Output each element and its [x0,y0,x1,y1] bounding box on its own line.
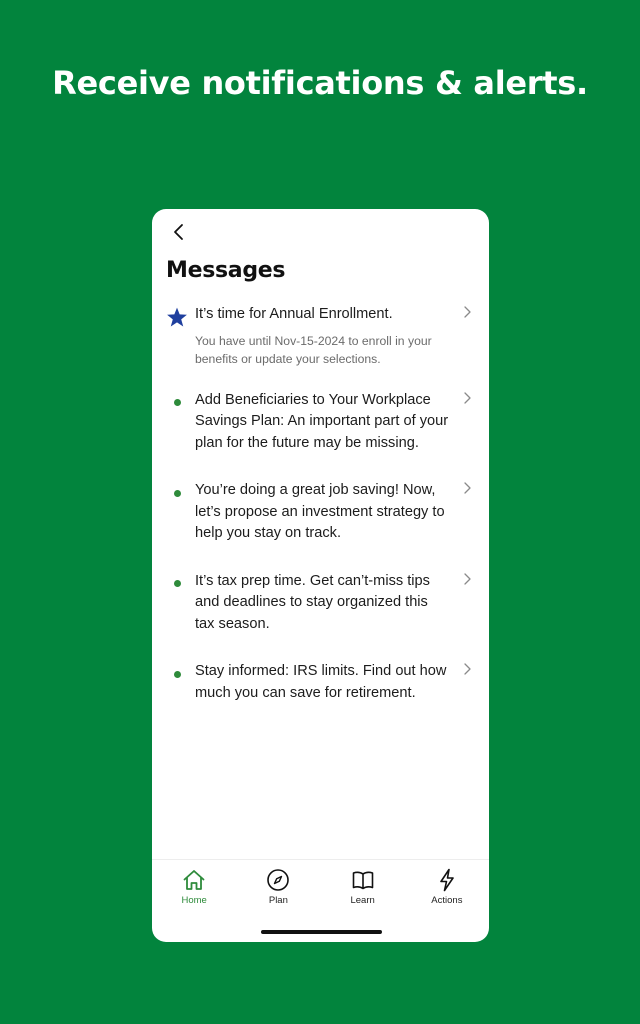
unread-dot [166,573,188,595]
unread-dot [166,392,188,414]
unread-dot [166,482,188,504]
chevron-right-icon [464,663,471,675]
message-title: You’re doing a great job saving! Now, le… [195,482,445,541]
message-title: It’s time for Annual Enrollment. [195,306,393,322]
lightning-icon [440,868,454,892]
message-item-tax[interactable]: It’s tax prep time. Get can’t-miss tips … [152,571,489,636]
tab-plan[interactable]: Plan [236,860,320,920]
message-title: It’s tax prep time. Get can’t-miss tips … [195,572,430,632]
message-item-irs[interactable]: Stay informed: IRS limits. Find out how … [152,661,489,704]
tab-bar: Home Plan Learn Actions [152,859,489,920]
tab-learn[interactable]: Learn [321,860,405,920]
message-item-beneficiaries[interactable]: Add Beneficiaries to Your Workplace Savi… [152,390,489,455]
chevron-right-icon [464,482,471,494]
tab-label: Plan [268,895,288,906]
tab-label: Home [181,895,207,906]
tab-label: Actions [431,895,463,906]
tab-actions[interactable]: Actions [405,860,489,920]
home-icon [183,870,205,890]
star-icon [166,306,188,328]
tab-label: Learn [350,895,375,906]
message-item-enrollment[interactable]: It’s time for Annual Enrollment. You hav… [152,304,489,368]
message-title: Add Beneficiaries to Your Workplace Savi… [195,391,449,451]
chevron-right-icon [464,306,471,318]
chevron-left-icon [174,224,183,240]
phone-screen: Messages It’s time for Annual Enrollment… [152,209,489,942]
book-icon [352,871,373,890]
message-list: It’s time for Annual Enrollment. You hav… [152,304,489,704]
tab-home[interactable]: Home [152,860,236,920]
page-title: Messages [166,258,286,283]
compass-icon [267,869,290,891]
home-indicator[interactable] [261,930,382,934]
message-title: Stay informed: IRS limits. Find out how … [195,663,447,701]
headline: Receive notifications & alerts. [52,64,588,102]
message-item-investment[interactable]: You’re doing a great job saving! Now, le… [152,480,489,545]
back-button[interactable] [166,219,192,245]
message-subtext: You have until Nov-15-2024 to enroll in … [195,333,432,366]
chevron-right-icon [464,572,471,585]
chevron-right-icon [464,391,471,404]
unread-dot [166,663,188,685]
